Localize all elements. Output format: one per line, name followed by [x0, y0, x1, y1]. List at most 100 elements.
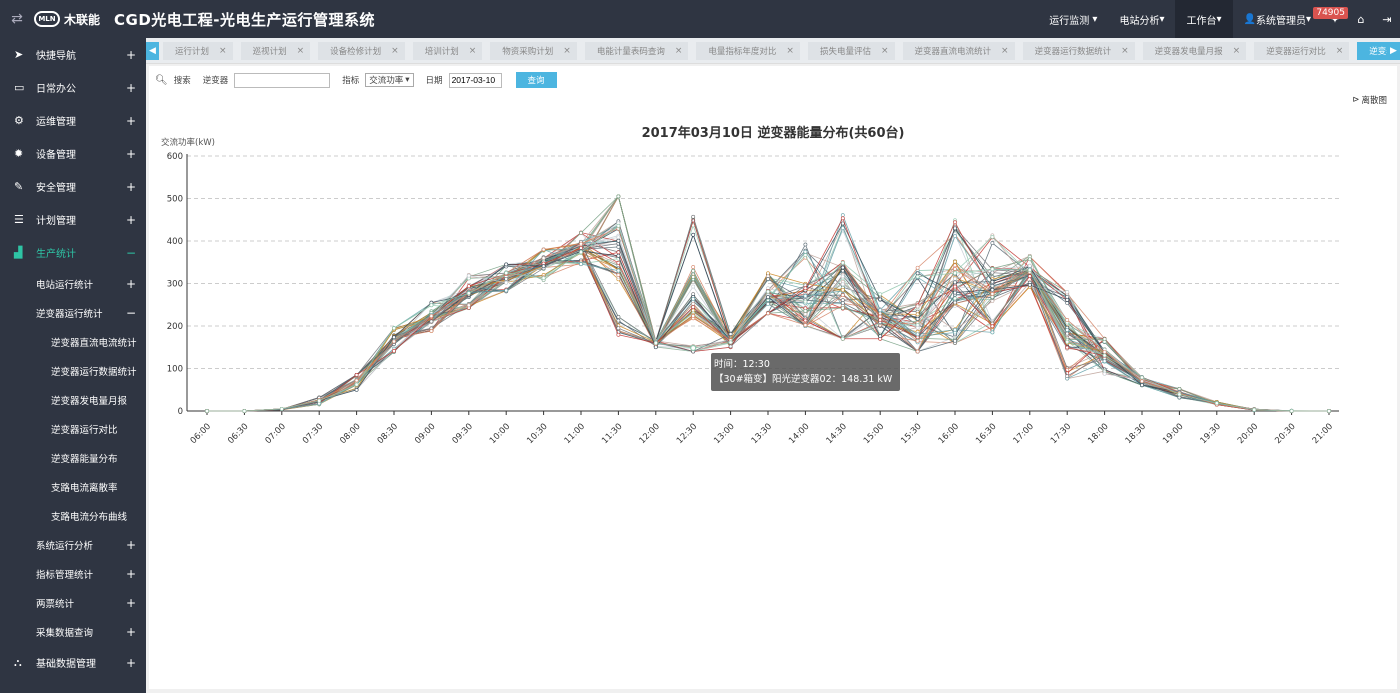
sidebar-leaf-run-data[interactable]: 逆变器运行数据统计 [0, 356, 146, 385]
sidebar-leaf-monthly[interactable]: 逆变器发电量月报 [0, 385, 146, 414]
nav-station-analysis[interactable]: 电站分析 ▾ [1108, 0, 1175, 38]
y-tick-label: 0 [178, 407, 183, 417]
data-point [766, 302, 770, 306]
tab-item[interactable]: 设备检修计划 × [318, 41, 405, 60]
data-point [766, 295, 770, 299]
tab-item[interactable]: 逆变器能量分布× [1357, 41, 1387, 60]
tab-item[interactable]: 巡视计划 × [240, 41, 311, 60]
data-point [878, 292, 883, 297]
nav-run-monitor[interactable]: 运行监测 ▾ [1038, 0, 1108, 38]
sidebar-leaf-dispersion[interactable]: 支路电流离散率 [0, 472, 146, 501]
data-point [579, 262, 583, 266]
sidebar-item-daily-office[interactable]: ▭ 日常办公 + [0, 71, 146, 104]
tab-item[interactable]: 损失电量评估 × [807, 41, 895, 60]
shirt-icon[interactable]: ⌂ [1348, 0, 1374, 38]
close-icon[interactable]: × [1336, 46, 1344, 56]
close-icon[interactable]: × [391, 46, 399, 56]
tab-item[interactable]: 逆变器运行数据统计 × [1022, 41, 1135, 60]
top-nav: 运行监测 ▾ 电站分析 ▾ 工作台 ▾ 👤 系统管理员 ▾ ✦ ⌂ ⇥ 74905 [1038, 0, 1400, 38]
x-tick-label: 06:30 [226, 422, 250, 446]
notification-icon[interactable]: ✦ [1322, 0, 1348, 38]
close-icon[interactable]: × [563, 46, 571, 56]
data-point [915, 304, 920, 309]
nav-workbench[interactable]: 工作台 ▾ [1175, 0, 1233, 38]
data-point [691, 265, 696, 269]
sidebar-leaf-compare[interactable]: 逆变器运行对比 [0, 414, 146, 443]
close-icon[interactable]: × [297, 46, 305, 56]
close-icon[interactable]: × [219, 46, 227, 56]
data-point [616, 268, 621, 273]
tab-item[interactable]: 运行计划 × [163, 41, 233, 60]
sidebar-item-operations[interactable]: ⚙ 运维管理 + [0, 104, 146, 137]
tab-item[interactable]: 逆变器发电量月报 × [1142, 41, 1247, 60]
data-point [803, 293, 808, 298]
data-point [1027, 274, 1032, 279]
sidebar-leaf-curve[interactable]: 支路电流分布曲线 [0, 501, 146, 530]
close-icon[interactable]: × [1001, 46, 1009, 56]
close-icon[interactable]: × [469, 46, 477, 56]
system-title: CGD光电工程-光电生产运行管理系统 [114, 10, 376, 29]
close-icon[interactable]: × [675, 46, 683, 56]
x-tick-label: 10:00 [488, 422, 512, 446]
x-tick-label: 19:30 [1199, 422, 1223, 446]
data-point [1252, 407, 1257, 412]
data-point [1065, 294, 1070, 299]
minus-icon: − [125, 305, 136, 320]
x-tick-label: 14:30 [825, 422, 849, 446]
tab-item[interactable]: 电能计量表码查询 × [584, 41, 689, 60]
x-tick-label: 15:30 [899, 422, 923, 446]
data-point [1027, 282, 1032, 287]
data-point [317, 398, 322, 403]
data-point [878, 308, 883, 313]
plus-icon: + [125, 47, 136, 62]
data-point [1102, 337, 1107, 341]
data-point [541, 256, 546, 261]
data-point [1102, 353, 1107, 358]
signal-icon: ▟ [14, 246, 23, 259]
tab-scroll-left-icon[interactable]: ◀ [146, 41, 159, 60]
x-tick-label: 06:00 [189, 422, 213, 446]
nav-label: 运行监测 [1049, 15, 1090, 27]
laptop-icon: ▭ [14, 81, 25, 94]
sidebar-sub-data-query[interactable]: 采集数据查询 + [0, 617, 146, 646]
sidebar-sub-tickets[interactable]: 两票统计 + [0, 588, 146, 617]
menu-toggle-icon[interactable]: ⇄ [0, 11, 34, 27]
data-point [1327, 409, 1331, 413]
tab-item[interactable]: 培训计划 × [412, 41, 483, 60]
close-icon[interactable]: × [881, 46, 889, 56]
sidebar-item-equipment[interactable]: ✹ 设备管理 + [0, 137, 146, 170]
tab-label: 逆变器运行数据统计 [1034, 46, 1112, 57]
sidebar-item-quick-nav[interactable]: ➤ 快捷导航 + [0, 38, 146, 71]
nav-label: 工作台 [1186, 15, 1217, 27]
sidebar-leaf-energy-dist[interactable]: 逆变器能量分布 [0, 443, 146, 472]
sidebar-item-base-data[interactable]: ⛬ 基础数据管理 + [0, 646, 146, 679]
data-point [990, 299, 995, 303]
sidebar-sub-inverter-stats[interactable]: 逆变器运行统计 − [0, 298, 146, 327]
tab-item[interactable]: 物资采购计划 × [490, 41, 577, 60]
y-tick-label: 200 [167, 322, 183, 332]
sidebar-item-safety[interactable]: ✎ 安全管理 + [0, 170, 146, 203]
close-icon[interactable]: × [1121, 46, 1129, 56]
y-tick-label: 100 [167, 365, 183, 375]
tab-scroll-right-icon[interactable]: ▶ [1387, 41, 1400, 60]
sidebar-sub-system-analysis[interactable]: 系统运行分析 + [0, 530, 146, 559]
sidebar-item-production-stats[interactable]: ▟ 生产统计 − [0, 236, 146, 269]
sidebar-leaf-dc-current[interactable]: 逆变器直流电流统计 [0, 327, 146, 356]
close-icon[interactable]: × [1233, 46, 1241, 56]
tab-item[interactable]: 逆变器直流电流统计 × [902, 41, 1015, 60]
x-tick-label: 13:30 [750, 422, 774, 446]
data-point [1065, 328, 1070, 332]
sidebar-sub-station-stats[interactable]: 电站运行统计 + [0, 269, 146, 298]
sidebar-sub-indicator[interactable]: 指标管理统计 + [0, 559, 146, 588]
nav-user[interactable]: 👤 系统管理员 ▾ [1233, 0, 1322, 38]
sidebar-item-plan[interactable]: ☰ 计划管理 + [0, 203, 146, 236]
data-point [616, 194, 621, 199]
top-bar: ⇄ MLN 木联能 CGD光电工程-光电生产运行管理系统 运行监测 ▾ 电站分析… [0, 0, 1400, 38]
close-icon[interactable]: × [786, 46, 794, 56]
tab-item[interactable]: 逆变器运行对比 × [1254, 41, 1350, 60]
logout-icon[interactable]: ⇥ [1374, 0, 1400, 38]
y-tick-label: 600 [167, 152, 183, 162]
data-point [840, 301, 845, 305]
tab-item[interactable]: 电量指标年度对比 × [696, 41, 800, 60]
data-point [728, 344, 733, 349]
